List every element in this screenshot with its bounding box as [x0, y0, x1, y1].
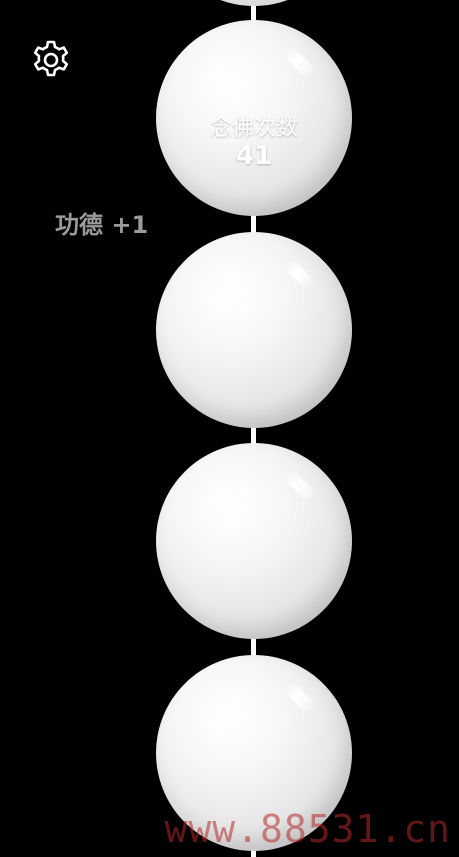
counter-label: 念佛次数: [209, 116, 298, 141]
gear-icon[interactable]: [29, 38, 73, 82]
bead-highlight: [284, 682, 314, 712]
bead-highlight: [284, 259, 314, 289]
bead-highlight: [284, 47, 314, 77]
merit-popup: 功德 +1: [55, 211, 149, 239]
bead[interactable]: [156, 232, 352, 428]
bead[interactable]: [156, 443, 352, 639]
bead-partial-top: [156, 0, 352, 6]
bead-highlight: [284, 470, 314, 500]
watermark: www.88531.cn: [164, 807, 451, 851]
counter-value: 41: [235, 141, 273, 171]
